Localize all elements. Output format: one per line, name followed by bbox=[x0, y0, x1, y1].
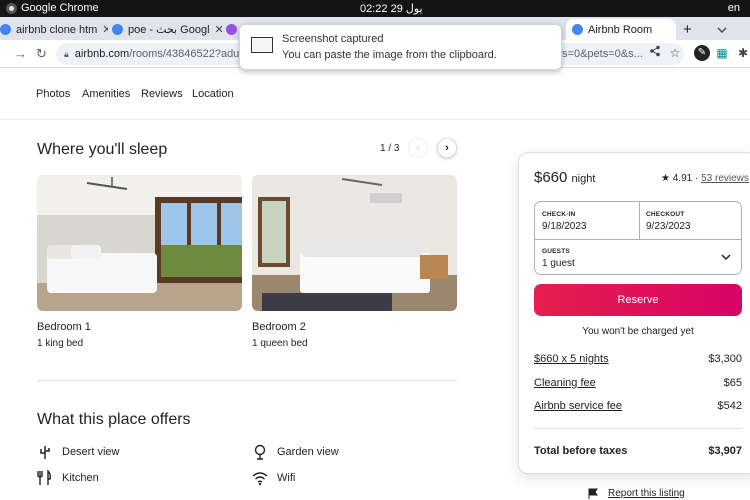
reserve-button[interactable]: Reserve bbox=[534, 284, 742, 316]
share-icon[interactable] bbox=[647, 45, 663, 61]
extensions-puzzle-icon[interactable]: ✱ bbox=[735, 45, 750, 61]
booking-card: $660 night ★ 4.91 · 53 reviews CHECK-IN … bbox=[518, 152, 750, 474]
listing-section-nav: Photos Amenities Reviews Location bbox=[0, 68, 750, 120]
card-divider bbox=[534, 428, 742, 429]
bedroom-1-beds: 1 king bed bbox=[37, 338, 84, 349]
bedroom-1-photo[interactable] bbox=[37, 175, 242, 311]
os-clock[interactable]: 02:22 29 يول bbox=[360, 2, 423, 15]
prev-button[interactable]: ‹ bbox=[408, 138, 428, 158]
bedroom-2-beds: 1 queen bed bbox=[252, 338, 308, 349]
guests-dropdown[interactable]: GUESTS 1 guest bbox=[535, 240, 741, 275]
extension-grid-icon[interactable]: ▦ bbox=[714, 45, 730, 61]
fee-row-cleaning: Cleaning fee $65 bbox=[534, 377, 742, 389]
next-button[interactable]: › bbox=[437, 138, 457, 158]
checkin-field[interactable]: CHECK-IN 9/18/2023 bbox=[535, 202, 639, 239]
screenshot-notification[interactable]: Screenshot captured You can paste the im… bbox=[239, 24, 562, 70]
forward-arrow-icon[interactable]: → bbox=[14, 46, 27, 61]
offers-heading: What this place offers bbox=[37, 411, 191, 428]
nightly-price: $660 night bbox=[534, 169, 596, 186]
fee-row-service: Airbnb service fee $542 bbox=[534, 400, 742, 412]
extension-pen-icon[interactable]: ✎ bbox=[694, 45, 710, 61]
tab-poe-search[interactable]: poe - بحث Googl ✕ bbox=[112, 19, 222, 40]
reviews-link[interactable]: 53 reviews bbox=[701, 173, 749, 184]
google-favicon-icon bbox=[112, 24, 123, 35]
chevron-down-icon bbox=[717, 27, 727, 33]
section-divider bbox=[37, 380, 457, 381]
google-favicon-icon bbox=[572, 24, 583, 35]
cactus-icon bbox=[40, 446, 50, 459]
os-language[interactable]: en bbox=[728, 2, 740, 14]
amenity-kitchen: Kitchen bbox=[37, 470, 99, 486]
report-listing[interactable]: Report this listing bbox=[588, 488, 685, 499]
bedroom-2-name: Bedroom 2 bbox=[252, 321, 306, 333]
nav-location[interactable]: Location bbox=[192, 88, 234, 100]
os-app-menu[interactable]: Google Chrome bbox=[6, 2, 99, 14]
fee-row-nights: $660 x 5 nights $3,300 bbox=[534, 353, 742, 365]
amenity-garden-view: Garden view bbox=[252, 444, 339, 460]
wifi-icon bbox=[252, 472, 268, 486]
nav-reviews[interactable]: Reviews bbox=[141, 88, 183, 100]
url-host: airbnb.com bbox=[74, 48, 130, 60]
rating-value: ★ 4.91 · bbox=[661, 173, 699, 184]
tab-airbnb-room[interactable]: Airbnb Room bbox=[566, 19, 676, 40]
tab-title: Airbnb Room bbox=[588, 23, 653, 36]
chrome-icon bbox=[6, 2, 17, 14]
tab-airbnb-clone[interactable]: airbnb clone htm ✕ bbox=[0, 19, 108, 40]
reload-icon[interactable]: ↻ bbox=[36, 46, 47, 62]
os-app-name: Google Chrome bbox=[21, 2, 99, 14]
url-path-tail: ts=0&pets=0&s... bbox=[559, 48, 643, 60]
tab-poe[interactable] bbox=[226, 19, 240, 40]
nav-photos[interactable]: Photos bbox=[36, 88, 70, 100]
tab-close-icon[interactable]: ✕ bbox=[102, 23, 108, 36]
nav-amenities[interactable]: Amenities bbox=[82, 88, 130, 100]
utensils-icon bbox=[37, 470, 51, 485]
tab-search-button[interactable] bbox=[717, 19, 747, 40]
rating-summary: ★ 4.91 · 53 reviews bbox=[661, 173, 749, 184]
new-tab-button[interactable]: + bbox=[683, 19, 697, 40]
flag-icon bbox=[588, 488, 598, 499]
google-favicon-icon bbox=[0, 24, 11, 35]
tree-icon bbox=[254, 444, 266, 460]
bedroom-2-photo[interactable] bbox=[252, 175, 457, 311]
tab-title: poe - بحث Googl bbox=[128, 24, 210, 36]
date-guest-picker: CHECK-IN 9/18/2023 CHECKOUT 9/23/2023 GU… bbox=[534, 201, 742, 275]
amenity-desert-view: Desert view bbox=[37, 444, 119, 460]
no-charge-note: You won't be charged yet bbox=[582, 326, 694, 337]
tab-close-icon[interactable]: ✕ bbox=[215, 23, 222, 36]
tab-title: airbnb clone htm bbox=[16, 23, 98, 36]
lock-icon: 🔒︎ bbox=[64, 48, 69, 59]
checkout-field[interactable]: CHECKOUT 9/23/2023 bbox=[640, 202, 743, 239]
os-top-bar: Google Chrome 02:22 29 يول en bbox=[0, 0, 750, 17]
sleep-heading: Where you'll sleep bbox=[37, 141, 168, 158]
bedroom-1-name: Bedroom 1 bbox=[37, 321, 91, 333]
screenshot-thumbnail-icon bbox=[251, 37, 273, 53]
total-row: Total before taxes $3,907 bbox=[534, 445, 742, 457]
chevron-down-icon bbox=[721, 254, 731, 261]
amenity-wifi: Wifi bbox=[252, 470, 295, 486]
sleep-pager: 1 / 3 bbox=[380, 143, 400, 154]
bookmark-star-icon[interactable]: ☆ bbox=[667, 45, 683, 61]
notification-body: You can paste the image from the clipboa… bbox=[282, 49, 497, 61]
poe-favicon-icon bbox=[226, 24, 237, 35]
notification-title: Screenshot captured bbox=[282, 33, 384, 45]
